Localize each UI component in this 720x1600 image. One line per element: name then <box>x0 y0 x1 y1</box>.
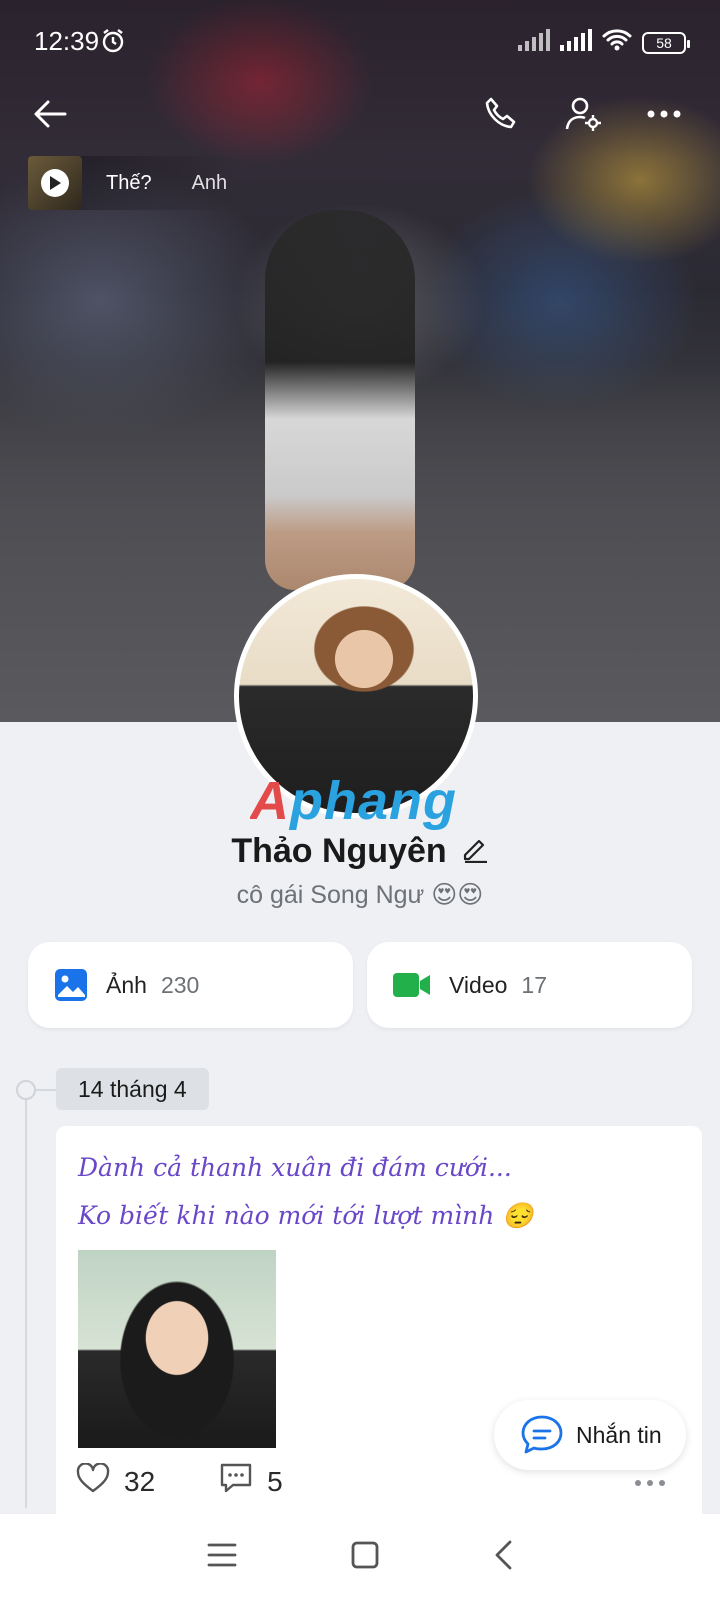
wifi-icon <box>602 28 632 57</box>
arrow-left-icon <box>34 100 67 128</box>
home-button[interactable] <box>351 1541 379 1574</box>
photos-card[interactable]: Ảnh 230 <box>28 942 353 1028</box>
video-camera-icon <box>393 973 430 997</box>
signal-icon <box>518 29 550 56</box>
profile-settings-button[interactable] <box>560 90 608 138</box>
chat-bubble-icon <box>521 1415 563 1454</box>
status-time: 12:39 <box>34 26 100 56</box>
more-dots-icon <box>647 110 681 118</box>
post-text-line: Ko biết khi nào mới tới lượt mình 😔 <box>78 1201 534 1230</box>
comment-button[interactable] <box>219 1462 253 1501</box>
signal-icon-2 <box>560 29 592 56</box>
phone-icon <box>485 97 516 129</box>
home-square-icon <box>351 1541 379 1568</box>
recent-apps-button[interactable] <box>207 1542 237 1573</box>
timeline-line <box>25 1088 27 1508</box>
battery-icon: 58 <box>642 31 690 54</box>
story-title: Thế? <box>106 171 152 194</box>
system-navbar <box>0 1514 720 1600</box>
message-button[interactable]: Nhắn tin <box>494 1400 686 1470</box>
timeline-connector <box>36 1089 56 1091</box>
play-icon <box>41 169 69 197</box>
videos-card[interactable]: Video 17 <box>367 942 692 1028</box>
edit-name-button[interactable] <box>461 835 489 868</box>
photos-label: Ảnh <box>106 971 147 998</box>
more-dots-icon <box>635 1480 665 1486</box>
profile-name: Thảo Nguyên <box>231 832 447 870</box>
photos-count: 230 <box>160 971 200 998</box>
comment-icon <box>220 1463 252 1493</box>
system-back-button[interactable] <box>493 1540 513 1575</box>
post-more-button[interactable] <box>634 1474 666 1492</box>
timeline-dot <box>16 1080 36 1100</box>
comment-count: 5 <box>267 1465 283 1497</box>
like-count: 32 <box>124 1465 156 1497</box>
status-icons: 58 <box>518 28 690 57</box>
post-text-line: Dành cả thanh xuân đi đám cưới... <box>78 1153 512 1182</box>
timeline-date: 14 tháng 4 <box>56 1068 209 1110</box>
story-thumbnail <box>28 156 82 210</box>
call-button[interactable] <box>476 90 524 138</box>
alarm-icon <box>100 28 126 59</box>
user-gear-icon <box>565 97 601 131</box>
profile-music-story[interactable]: Thế? Anh <box>28 156 238 210</box>
post-actions: 32 5 <box>76 1462 283 1501</box>
post-photo[interactable] <box>78 1250 276 1448</box>
pencil-icon <box>463 839 487 864</box>
chevron-left-icon <box>495 1540 512 1569</box>
profile-bio: cô gái Song Ngư 😍😍 <box>236 881 484 909</box>
menu-icon <box>207 1543 237 1566</box>
watermark-logo: Aphang <box>250 771 457 831</box>
image-icon <box>55 969 87 1001</box>
like-button[interactable] <box>76 1462 110 1500</box>
heart-icon <box>76 1462 110 1493</box>
name-row: Thảo Nguyên <box>0 832 720 871</box>
message-label: Nhắn tin <box>576 1421 662 1448</box>
videos-label: Video <box>449 971 508 998</box>
videos-count: 17 <box>521 971 548 998</box>
story-label: Anh <box>191 171 228 194</box>
status-bar: 12:39 58 <box>0 0 720 84</box>
media-cards: Ảnh 230 Video 17 <box>28 942 692 1028</box>
back-button[interactable] <box>26 90 74 138</box>
more-button[interactable] <box>640 90 688 138</box>
post-text: Dành cả thanh xuân đi đám cưới... Ko biế… <box>78 1144 688 1240</box>
